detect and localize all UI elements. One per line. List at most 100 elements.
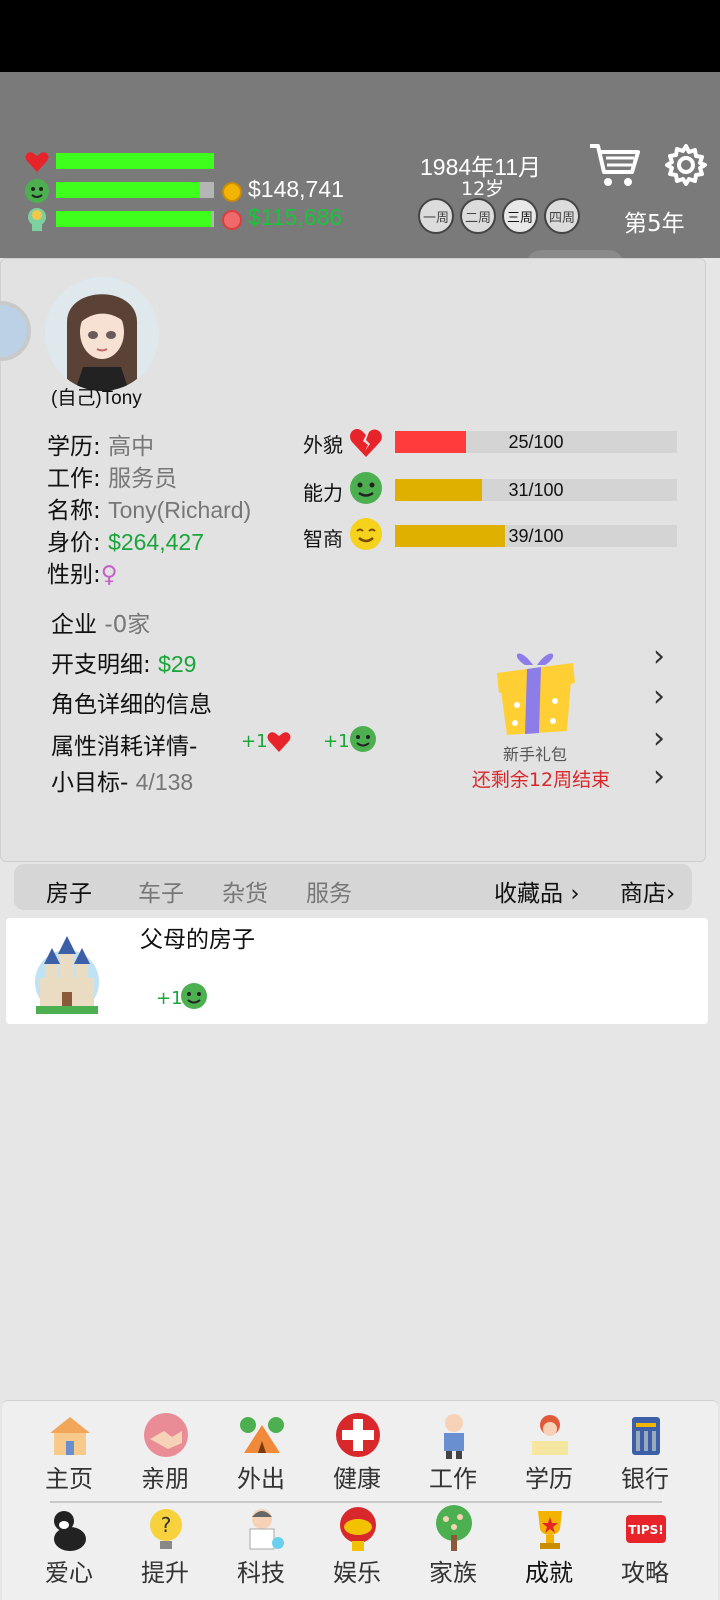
chevron-right-icon: ›: [570, 881, 580, 907]
scientist-icon: [238, 1505, 286, 1553]
health-bar-fill: [56, 153, 214, 169]
student-icon: [526, 1411, 574, 1459]
info-value: Tony(Richard): [108, 497, 252, 523]
week-button-2[interactable]: 二周: [460, 198, 496, 234]
expense-value: $29: [158, 651, 197, 677]
tab-house[interactable]: 房子: [46, 874, 92, 908]
tab-shop-label: 商店: [620, 881, 666, 907]
info-key: 名称:: [47, 498, 101, 524]
nav-label: 娱乐: [333, 1559, 381, 1587]
house-bonus: +1: [156, 988, 183, 1009]
info-key: 性别:: [47, 562, 101, 588]
nav-label: 健康: [333, 1465, 381, 1493]
tab-collection-label: 收藏品: [494, 881, 563, 907]
tab-collection[interactable]: 收藏品 ›: [494, 874, 580, 908]
enterprise-row[interactable]: 企业 -0家: [51, 605, 150, 639]
nav-item-handshake[interactable]: 亲朋: [120, 1407, 210, 1495]
info-value: 服务员: [108, 466, 178, 492]
nav-item-house[interactable]: 主页: [24, 1407, 114, 1495]
avatar[interactable]: [45, 277, 159, 391]
nav-item-gold-ingot[interactable]: 娱乐: [312, 1501, 402, 1589]
tab-car[interactable]: 车子: [138, 874, 184, 908]
nav-item-trophy[interactable]: 成就: [504, 1501, 594, 1589]
bottom-nav: 主页 亲朋 外出 健康 工作 学历 银行 爱心? 提升 科技 娱乐 家族 成就 TIPS! 攻略: [2, 1400, 718, 1600]
medical-cross-icon: [334, 1411, 382, 1459]
attr-value-ability: 31/100: [508, 480, 564, 500]
broken-heart-icon: [349, 427, 383, 459]
gift-countdown: 还剩余12周结束: [471, 769, 611, 791]
female-icon: ♀: [100, 562, 118, 588]
smile-face-icon: [349, 517, 383, 551]
nav-label: 主页: [45, 1465, 93, 1493]
attr-value-iq: 39/100: [508, 526, 564, 546]
nav-label: 科技: [237, 1559, 285, 1587]
attr-label-iq: 智商: [303, 527, 343, 551]
nav-label: 亲朋: [141, 1465, 189, 1493]
gold-ingot-icon: [334, 1505, 382, 1553]
green-face-icon: [24, 178, 50, 204]
week-button-3[interactable]: 三周: [502, 198, 538, 234]
info-key: 学历:: [47, 434, 101, 460]
nav-item-medical-cross[interactable]: 健康: [312, 1407, 402, 1495]
category-tabs: 房子 车子 杂货 服务 收藏品 › 商店›: [14, 864, 692, 910]
handshake-icon: [142, 1411, 190, 1459]
cart-icon[interactable]: [588, 140, 640, 192]
expense-row[interactable]: 开支明细: $29: [51, 645, 196, 679]
trophy-icon: [526, 1505, 574, 1553]
chevron-right-icon[interactable]: ›: [653, 759, 665, 794]
tent-icon: [238, 1411, 286, 1459]
attr-label-looks: 外貌: [303, 433, 343, 457]
nav-item-bank[interactable]: 银行: [600, 1407, 690, 1495]
attr-bar-iq: 39/100: [395, 525, 677, 547]
consume-detail-row[interactable]: 属性消耗详情-: [51, 727, 197, 761]
gift-label: 新手礼包: [502, 745, 567, 764]
gear-icon[interactable]: [664, 143, 708, 187]
nav-label: 家族: [429, 1559, 477, 1587]
info-value: 高中: [108, 434, 155, 460]
nav-item-bulb-question[interactable]: ? 提升: [120, 1501, 210, 1589]
attr-label-ability: 能力: [303, 481, 343, 505]
nav-item-scientist[interactable]: 科技: [216, 1501, 306, 1589]
gift-box-icon[interactable]: [489, 635, 581, 735]
tab-goods[interactable]: 杂货: [222, 874, 268, 908]
nav-item-tips[interactable]: TIPS! 攻略: [600, 1501, 690, 1589]
chevron-right-icon[interactable]: ›: [653, 679, 665, 714]
nav-item-student[interactable]: 学历: [504, 1407, 594, 1495]
castle-icon: [32, 934, 102, 1018]
brain-head-icon: [24, 206, 50, 232]
info-key: 身价:: [47, 530, 101, 556]
age-label: 12岁: [461, 178, 505, 200]
nav-item-tent[interactable]: 外出: [216, 1407, 306, 1495]
mind-bar: [56, 211, 214, 227]
nav-label: 攻略: [621, 1559, 669, 1587]
chevron-right-icon[interactable]: ›: [653, 639, 665, 674]
consume-heart-bonus: +1: [241, 731, 268, 752]
side-badge[interactable]: [0, 301, 31, 361]
green-face-icon: [349, 725, 377, 753]
tab-shop[interactable]: 商店›: [620, 874, 675, 908]
info-name: 名称: Tony(Richard): [47, 491, 251, 525]
info-job: 工作: 服务员: [47, 459, 177, 493]
role-detail-row[interactable]: 角色详细的信息: [51, 685, 212, 719]
dog-icon: [46, 1505, 94, 1553]
tab-service[interactable]: 服务: [306, 874, 352, 908]
green-face-icon: [180, 982, 208, 1010]
week-button-1[interactable]: 一周: [418, 198, 454, 234]
nav-label: 外出: [237, 1465, 285, 1493]
house-card[interactable]: 父母的房子 +1: [6, 918, 708, 1024]
enterprise-count: -0家: [104, 612, 151, 638]
health-bar: [56, 153, 214, 169]
chevron-right-icon[interactable]: ›: [653, 721, 665, 756]
mood-bar-fill: [56, 182, 200, 198]
heart-icon: [267, 731, 291, 753]
nav-item-family-tree[interactable]: 家族: [408, 1501, 498, 1589]
nav-label: 提升: [141, 1559, 189, 1587]
bulb-question-icon: ?: [142, 1505, 190, 1553]
svg-text:TIPS!: TIPS!: [628, 1523, 664, 1537]
chevron-right-icon: ›: [666, 881, 676, 907]
week-button-4[interactable]: 四周: [544, 198, 580, 234]
goal-row[interactable]: 小目标- 4/138: [51, 763, 193, 797]
nav-item-dog[interactable]: 爱心: [24, 1501, 114, 1589]
house-icon: [46, 1411, 94, 1459]
nav-item-worker[interactable]: 工作: [408, 1407, 498, 1495]
